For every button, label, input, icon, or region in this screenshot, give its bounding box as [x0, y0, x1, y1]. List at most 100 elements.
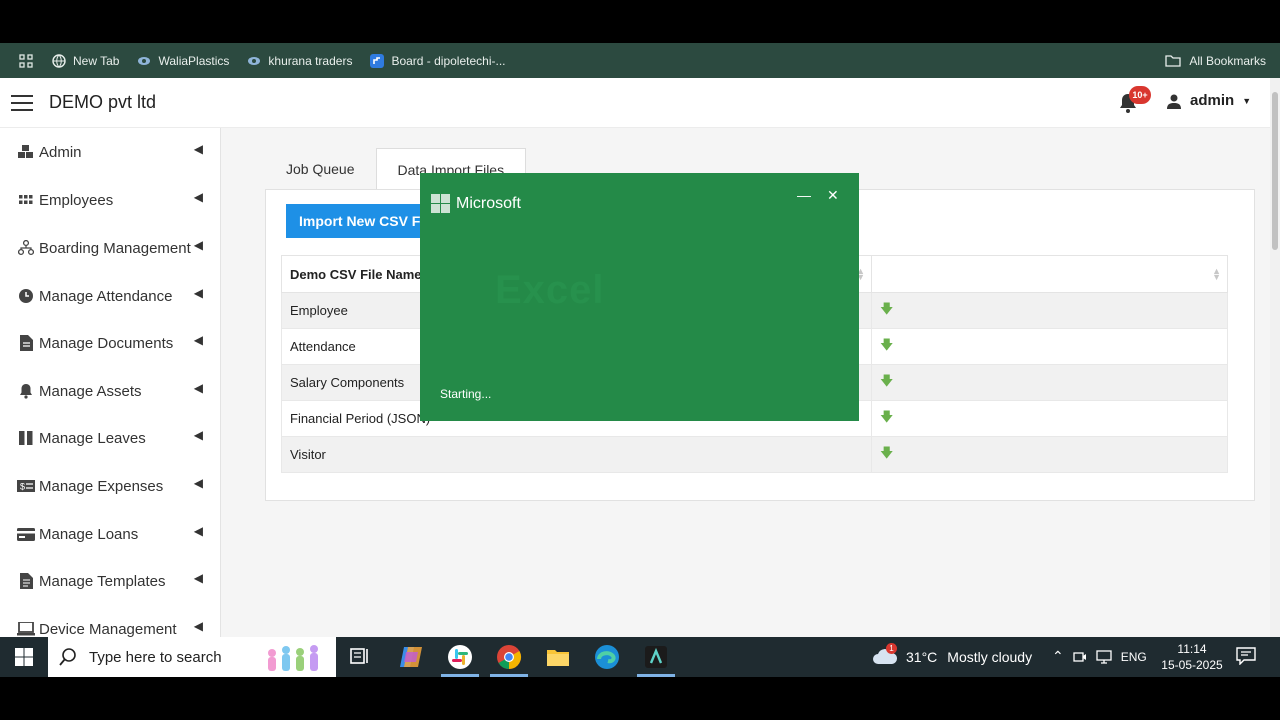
sidebar-item-admin[interactable]: Admin ◀ [0, 129, 220, 175]
task-view-icon[interactable] [348, 644, 374, 670]
sidebar-item-expenses[interactable]: $ Manage Expenses ◀ [0, 463, 220, 509]
sidebar: Admin ◀ Employees ◀ Boarding Management … [0, 128, 221, 637]
sidebar-item-boarding[interactable]: Boarding Management ◀ [0, 225, 220, 271]
sidebar-item-label: Manage Assets [39, 382, 142, 400]
splash-app-name: Excel [495, 268, 605, 312]
cloud-icon: 1 [872, 643, 900, 667]
meet-now-icon[interactable] [1073, 650, 1087, 664]
sidebar-item-label: Manage Documents [39, 334, 174, 352]
download-icon[interactable]: 🡇 [880, 337, 893, 352]
column-header-download[interactable]: ▲ ▼ [871, 255, 1228, 293]
sidebar-item-label: Manage Attendance [39, 287, 173, 305]
document-icon [14, 335, 38, 351]
copilot-icon[interactable] [398, 644, 424, 670]
sidebar-item-label: Device Management [39, 620, 177, 638]
bookmark-label: khurana traders [268, 53, 353, 68]
bookmark-khurana-traders[interactable]: khurana traders [247, 54, 352, 68]
tab-job-queue[interactable]: Job Queue [265, 148, 376, 191]
screen: New Tab WaliaPlastics khurana traders Bo… [0, 0, 1280, 720]
search-icon [59, 648, 76, 666]
active-app-indicator [637, 674, 675, 677]
splash-status: Starting... [440, 387, 492, 401]
sidebar-item-templates[interactable]: Manage Templates ◀ [0, 558, 220, 604]
cubes-icon [14, 145, 38, 159]
taskbar-search[interactable]: Type here to search [48, 637, 336, 677]
download-icon[interactable]: 🡇 [880, 409, 893, 424]
temperature: 31°C [906, 649, 938, 665]
clock-time: 11:14 [1177, 642, 1207, 656]
all-bookmarks[interactable]: All Bookmarks [1165, 43, 1266, 78]
folder-icon [1165, 55, 1181, 67]
active-app-indicator [490, 674, 528, 677]
chevron-left-icon: ◀ [193, 190, 203, 204]
download-icon[interactable]: 🡇 [880, 373, 893, 388]
site-icon [248, 56, 261, 65]
bookmark-label: New Tab [73, 53, 120, 68]
bookmark-label: Board - dipoletechi-... [391, 53, 506, 68]
user-menu[interactable]: admin ▼ [1166, 92, 1251, 109]
notification-center-icon[interactable] [1236, 647, 1256, 670]
notification-badge: 10+ [1129, 86, 1151, 104]
taskbar: Type here to search 1 31°C Mostly cloudy… [0, 637, 1280, 677]
chevron-left-icon: ◀ [193, 619, 203, 633]
weather-text: Mostly cloudy [947, 649, 1033, 665]
sidebar-item-devices[interactable]: Device Management ◀ [0, 606, 220, 638]
clock-date: 15-05-2025 [1161, 658, 1223, 672]
app-header: DEMO pvt ltd admin ▼ [0, 78, 1270, 128]
download-icon[interactable]: 🡇 [880, 301, 893, 316]
table-row: Visitor 🡇 [281, 436, 1228, 473]
microsoft-label: Microsoft [456, 194, 521, 212]
sidebar-item-documents[interactable]: Manage Documents ◀ [0, 320, 220, 366]
site-icon [138, 56, 151, 65]
menu-toggle-icon[interactable] [11, 95, 33, 111]
chevron-left-icon: ◀ [193, 381, 203, 395]
windows-logo-icon [431, 194, 450, 213]
chrome-icon[interactable] [496, 644, 522, 670]
sidebar-item-label: Employees [39, 191, 114, 209]
system-tray: ⌃ ENG [1052, 648, 1147, 665]
grid-icon [14, 195, 38, 205]
bookmark-waliaplastics[interactable]: WaliaPlastics [137, 54, 229, 68]
network-icon[interactable] [1096, 649, 1112, 664]
chevron-left-icon: ◀ [193, 476, 203, 490]
page-scrollbar[interactable] [1270, 78, 1280, 637]
laptop-icon [14, 622, 38, 636]
file-icon [14, 573, 38, 589]
sidebar-item-employees[interactable]: Employees ◀ [0, 177, 220, 223]
microsoft-brand: Microsoft [431, 194, 521, 213]
download-cell: 🡇 [871, 328, 1228, 365]
clock[interactable]: 11:14 15-05-2025 [1160, 641, 1224, 673]
sitemap-icon [14, 240, 38, 256]
excel-splash-window: Microsoft — ✕ Excel Starting... [420, 173, 859, 421]
download-cell: 🡇 [871, 436, 1228, 473]
app-icon[interactable] [643, 644, 669, 670]
chevron-left-icon: ◀ [193, 524, 203, 538]
edge-icon[interactable] [594, 644, 620, 670]
user-icon [1167, 94, 1181, 109]
sidebar-item-label: Boarding Management [39, 239, 191, 257]
bookmark-new-tab[interactable]: New Tab [52, 54, 119, 68]
sort-icon: ▲ ▼ [1212, 266, 1221, 282]
chevron-up-icon[interactable]: ⌃ [1052, 648, 1064, 665]
close-icon[interactable]: ✕ [827, 187, 839, 204]
bookmarks-bar: New Tab WaliaPlastics khurana traders Bo… [0, 43, 1280, 78]
sidebar-item-leaves[interactable]: Manage Leaves ◀ [0, 415, 220, 461]
language-indicator[interactable]: ENG [1121, 650, 1147, 664]
card-icon [14, 527, 38, 541]
sidebar-item-loans[interactable]: Manage Loans ◀ [0, 511, 220, 557]
start-button[interactable] [0, 637, 48, 677]
weather-widget[interactable]: 1 31°C Mostly cloudy [872, 643, 1033, 667]
active-app-indicator [441, 674, 479, 677]
file-explorer-icon[interactable] [545, 644, 571, 670]
user-name: admin [1190, 92, 1235, 109]
sidebar-item-assets[interactable]: Manage Assets ◀ [0, 368, 220, 414]
download-icon[interactable]: 🡇 [880, 445, 893, 460]
sidebar-item-attendance[interactable]: Manage Attendance ◀ [0, 273, 220, 319]
chevron-left-icon: ◀ [193, 333, 203, 347]
search-highlight-illustration-icon [268, 645, 318, 671]
slack-icon[interactable] [447, 644, 473, 670]
minimize-icon[interactable]: — [797, 187, 811, 203]
apps-grid-icon[interactable] [0, 53, 52, 68]
scrollbar-thumb[interactable] [1272, 92, 1278, 250]
bookmark-board[interactable]: Board - dipoletechi-... [370, 53, 506, 68]
